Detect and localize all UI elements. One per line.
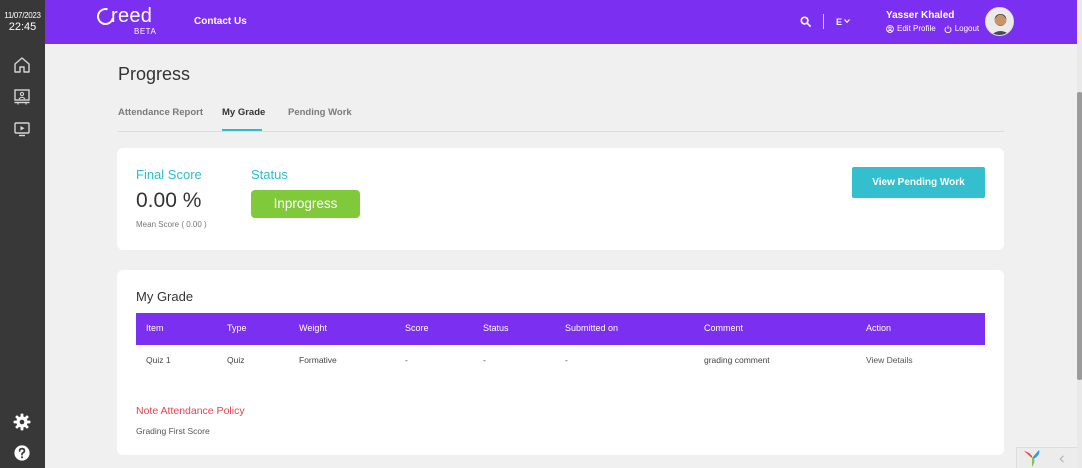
page-title: Progress [118, 64, 191, 84]
status-badge: Inprogress [251, 190, 360, 218]
column-header-status: Status [483, 323, 509, 333]
column-header-comment: Comment [704, 323, 744, 333]
note-text: Grading First Score [136, 426, 210, 436]
current-date: 11/07/2023 [4, 11, 41, 20]
score-summary-card: Final Score 0.00 % Mean Score ( 0.00 ) S… [117, 148, 1004, 250]
gear-icon[interactable] [13, 413, 31, 431]
user-circle-icon [886, 24, 894, 33]
power-icon [944, 25, 952, 33]
top-bar: reed BETA Contact Us E Yasser Khaled Edi… [0, 0, 1077, 44]
search-icon[interactable] [800, 16, 811, 27]
contact-us-link[interactable]: Contact Us [194, 16, 247, 27]
logout-link[interactable]: Logout [944, 24, 979, 33]
my-grade-card: My Grade Item Type Weight Score Status S… [117, 270, 1004, 455]
brand-name: reed [111, 5, 153, 27]
cell-status: - [483, 355, 486, 365]
active-tab-indicator [222, 129, 262, 131]
column-header-weight: Weight [299, 323, 327, 333]
table-header: Item Type Weight Score Status Submitted … [136, 313, 985, 345]
edit-profile-label: Edit Profile [897, 24, 936, 33]
cell-submitted-on: - [565, 355, 568, 365]
final-score-value: 0.00 % [136, 189, 202, 212]
reed-logo[interactable]: reed BETA [93, 4, 161, 38]
table-row: Quiz 1 Quiz Formative - - - grading comm… [136, 345, 985, 377]
language-selector[interactable]: E [836, 17, 842, 27]
cell-score: - [405, 355, 408, 365]
home-icon[interactable] [13, 56, 31, 74]
logout-label: Logout [954, 24, 980, 33]
view-details-link[interactable]: View Details [866, 355, 913, 365]
cell-comment: grading comment [704, 355, 770, 365]
column-header-submitted-on: Submitted on [565, 323, 619, 333]
edit-profile-link[interactable]: Edit Profile [886, 24, 936, 33]
column-header-score: Score [405, 323, 429, 333]
tab-my-grade[interactable]: My Grade [222, 107, 265, 118]
framework-logo-icon [1024, 450, 1040, 467]
header-divider [823, 14, 824, 29]
brand-tag: BETA [134, 27, 157, 36]
video-icon[interactable] [13, 120, 31, 138]
datetime-display: 11/07/2023 22:45 [0, 0, 45, 44]
mean-score: Mean Score ( 0.00 ) [136, 220, 207, 229]
column-header-item: Item [146, 323, 164, 333]
user-links: Edit Profile Logout [886, 24, 979, 33]
scrollbar-thumb[interactable] [1077, 92, 1082, 380]
view-pending-work-button[interactable]: View Pending Work [852, 167, 985, 198]
note-title: Note Attendance Policy [136, 405, 245, 417]
sidebar [0, 44, 45, 468]
current-time: 22:45 [8, 21, 37, 33]
cell-type: Quiz [227, 355, 245, 365]
help-icon[interactable] [13, 444, 31, 462]
classroom-icon[interactable] [13, 88, 31, 106]
tab-pending-work[interactable]: Pending Work [288, 107, 352, 118]
chevron-left-icon[interactable] [1059, 455, 1065, 463]
cell-item: Quiz 1 [146, 355, 171, 365]
progress-tabs: Attendance Report My Grade Pending Work [118, 106, 1004, 132]
status-label: Status [251, 167, 288, 182]
user-name: Yasser Khaled [886, 10, 955, 21]
cell-weight: Formative [299, 355, 337, 365]
avatar[interactable] [985, 7, 1014, 36]
chevron-down-icon[interactable] [844, 19, 850, 23]
column-header-type: Type [227, 323, 247, 333]
column-header-action: Action [866, 323, 892, 333]
tab-attendance-report[interactable]: Attendance Report [118, 107, 203, 118]
final-score-label: Final Score [136, 167, 202, 182]
debug-toolbar-widget[interactable] [1016, 447, 1077, 468]
section-title: My Grade [136, 289, 194, 304]
avatar-image [986, 8, 1013, 35]
